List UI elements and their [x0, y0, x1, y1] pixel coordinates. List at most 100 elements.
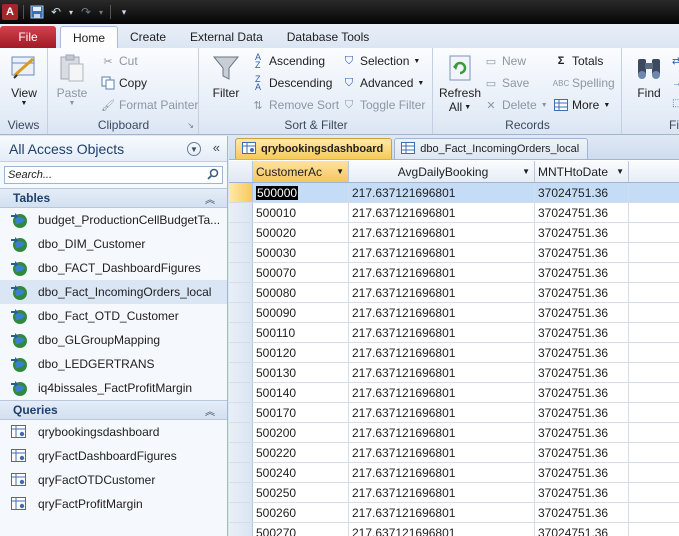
cut-button[interactable]: ✂ Cut — [101, 54, 137, 68]
view-button[interactable]: View ▼ — [8, 52, 40, 107]
replace-icon[interactable]: ⇄ — [672, 56, 679, 67]
table-cell[interactable]: 37024751.36 — [535, 403, 629, 422]
copy-button[interactable]: Copy — [101, 76, 147, 90]
table-row[interactable]: 500140 217.637121696801 37024751.36 — [229, 383, 679, 403]
find-button[interactable]: Find — [633, 52, 665, 100]
table-row[interactable]: 500220 217.637121696801 37024751.36 — [229, 443, 679, 463]
table-row[interactable]: 500000 217.637121696801 37024751.36 — [229, 183, 679, 203]
table-cell[interactable]: 37024751.36 — [535, 503, 629, 522]
table-cell[interactable]: 37024751.36 — [535, 223, 629, 242]
dialog-launcher-icon[interactable]: ↘ — [187, 121, 194, 130]
table-cell[interactable]: 37024751.36 — [535, 483, 629, 502]
table-cell[interactable]: 217.637121696801 — [349, 423, 535, 442]
nav-query-item[interactable]: qrybookingsdashboard — [0, 420, 227, 444]
undo-icon[interactable]: ↶ — [48, 4, 64, 20]
save-icon[interactable] — [29, 4, 45, 20]
nav-table-item[interactable]: dbo_LEDGERTRANS — [0, 352, 227, 376]
nav-table-item[interactable]: dbo_Fact_IncomingOrders_local — [0, 280, 227, 304]
table-cell[interactable]: 500120 — [253, 343, 349, 362]
table-row[interactable]: 500020 217.637121696801 37024751.36 — [229, 223, 679, 243]
record-selector[interactable] — [229, 343, 253, 362]
table-cell[interactable]: 37024751.36 — [535, 443, 629, 462]
record-selector[interactable] — [229, 483, 253, 502]
table-cell[interactable]: 37024751.36 — [535, 383, 629, 402]
advanced-button[interactable]: ⛉ Advanced ▼ — [342, 76, 424, 90]
table-cell[interactable]: 37024751.36 — [535, 423, 629, 442]
table-row[interactable]: 500030 217.637121696801 37024751.36 — [229, 243, 679, 263]
access-app-icon[interactable]: A — [2, 4, 18, 20]
sort-ascending-button[interactable]: AZ Ascending — [251, 53, 325, 70]
table-cell[interactable]: 217.637121696801 — [349, 323, 535, 342]
customize-qat-icon[interactable]: ▾ — [116, 4, 132, 20]
nav-table-item[interactable]: iq4bissales_FactProfitMargin — [0, 376, 227, 400]
tables-section-header[interactable]: Tables ︽ — [0, 188, 227, 208]
redo-icon[interactable]: ↷ — [78, 4, 94, 20]
table-cell[interactable]: 500260 — [253, 503, 349, 522]
record-selector[interactable] — [229, 363, 253, 382]
tab-create[interactable]: Create — [118, 26, 178, 48]
nav-table-item[interactable]: dbo_FACT_DashboardFigures — [0, 256, 227, 280]
record-selector[interactable] — [229, 323, 253, 342]
table-cell[interactable]: 500020 — [253, 223, 349, 242]
record-selector[interactable] — [229, 463, 253, 482]
table-cell[interactable]: 217.637121696801 — [349, 243, 535, 262]
tab-external-data[interactable]: External Data — [178, 26, 275, 48]
table-cell[interactable]: 217.637121696801 — [349, 443, 535, 462]
table-row[interactable]: 500110 217.637121696801 37024751.36 — [229, 323, 679, 343]
table-row[interactable]: 500250 217.637121696801 37024751.36 — [229, 483, 679, 503]
nav-menu-dropdown-icon[interactable]: ▼ — [187, 142, 201, 156]
undo-dropdown-icon[interactable]: ▾ — [67, 4, 75, 20]
table-cell[interactable]: 217.637121696801 — [349, 263, 535, 282]
record-selector[interactable] — [229, 503, 253, 522]
delete-record-button[interactable]: ✕ Delete ▼ — [484, 98, 547, 112]
table-row[interactable]: 500090 217.637121696801 37024751.36 — [229, 303, 679, 323]
nav-search-box[interactable]: Search... — [4, 166, 223, 184]
column-header-avgdailybooking[interactable]: AvgDailyBooking ▼ — [349, 161, 535, 182]
tab-file[interactable]: File — [0, 26, 56, 48]
column-dropdown-icon[interactable]: ▼ — [336, 167, 344, 176]
table-cell[interactable]: 500090 — [253, 303, 349, 322]
table-cell[interactable]: 37024751.36 — [535, 463, 629, 482]
sort-descending-button[interactable]: ZA Descending — [251, 75, 332, 92]
table-row[interactable]: 500130 217.637121696801 37024751.36 — [229, 363, 679, 383]
table-row[interactable]: 500200 217.637121696801 37024751.36 — [229, 423, 679, 443]
table-cell[interactable]: 217.637121696801 — [349, 363, 535, 382]
table-cell[interactable]: 500170 — [253, 403, 349, 422]
table-cell[interactable]: 37024751.36 — [535, 323, 629, 342]
table-cell[interactable]: 217.637121696801 — [349, 503, 535, 522]
table-cell[interactable]: 500130 — [253, 363, 349, 382]
record-selector[interactable] — [229, 263, 253, 282]
record-selector[interactable] — [229, 523, 253, 536]
more-button[interactable]: More ▼ — [554, 98, 610, 112]
table-cell[interactable]: 500250 — [253, 483, 349, 502]
table-row[interactable]: 500070 217.637121696801 37024751.36 — [229, 263, 679, 283]
table-cell[interactable]: 37024751.36 — [535, 363, 629, 382]
nav-query-item[interactable]: qryFactProfitMargin — [0, 492, 227, 516]
totals-button[interactable]: Σ Totals — [554, 54, 604, 68]
format-painter-button[interactable]: 🖌 Format Painter — [101, 98, 198, 112]
table-cell[interactable]: 37024751.36 — [535, 303, 629, 322]
table-cell[interactable]: 500000 — [253, 183, 349, 202]
table-cell[interactable]: 500010 — [253, 203, 349, 222]
table-cell[interactable]: 500220 — [253, 443, 349, 462]
toggle-filter-button[interactable]: ⛉ Toggle Filter — [342, 98, 426, 112]
select-all-corner[interactable] — [229, 161, 253, 182]
goto-icon[interactable]: → — [672, 78, 679, 89]
record-selector[interactable] — [229, 403, 253, 422]
table-row[interactable]: 500170 217.637121696801 37024751.36 — [229, 403, 679, 423]
table-cell[interactable]: 217.637121696801 — [349, 383, 535, 402]
shutter-bar-collapse-icon[interactable]: « — [213, 140, 220, 155]
remove-sort-button[interactable]: ⇅ Remove Sort — [251, 98, 339, 112]
doc-tab-qrybookingsdashboard[interactable]: qrybookingsdashboard — [235, 138, 393, 159]
table-cell[interactable]: 500080 — [253, 283, 349, 302]
redo-dropdown-icon[interactable]: ▾ — [97, 4, 105, 20]
nav-table-item[interactable]: budget_ProductionCellBudgetTa... — [0, 208, 227, 232]
record-selector[interactable] — [229, 223, 253, 242]
record-selector[interactable] — [229, 283, 253, 302]
doc-tab-dbo-fact-incomingorders-local[interactable]: dbo_Fact_IncomingOrders_local — [394, 138, 589, 159]
table-cell[interactable]: 37024751.36 — [535, 283, 629, 302]
filter-button[interactable]: Filter — [210, 52, 242, 100]
collapse-section-icon[interactable]: ︽ — [205, 191, 215, 206]
table-cell[interactable]: 500240 — [253, 463, 349, 482]
table-cell[interactable]: 500030 — [253, 243, 349, 262]
